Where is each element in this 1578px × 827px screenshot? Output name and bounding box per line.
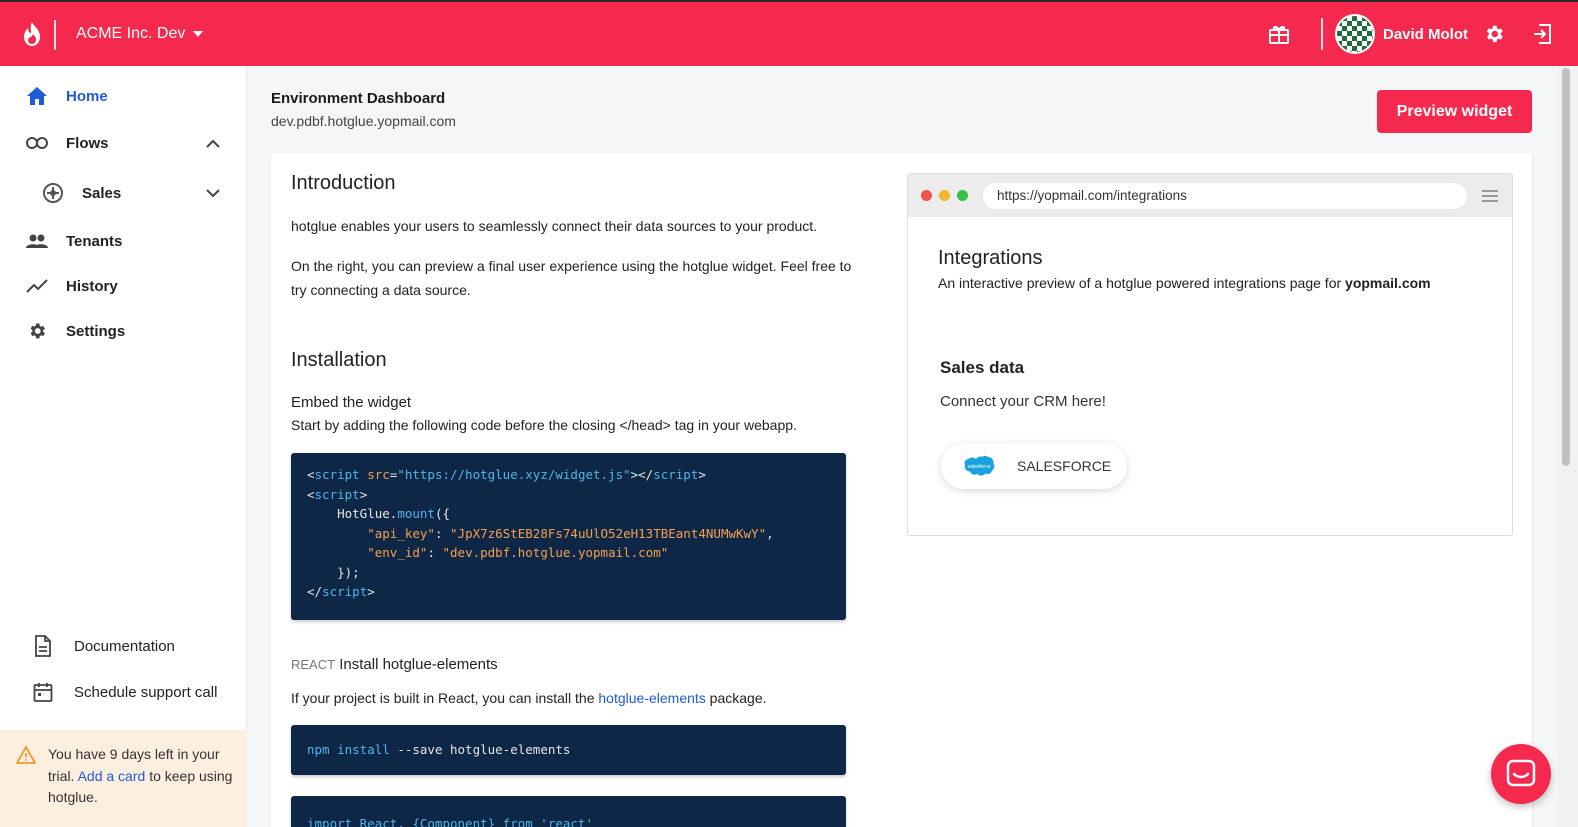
sidebar: Home Flows Sales Tenants History Setting… <box>0 66 247 827</box>
code-env-id-value: "dev.pdbf.hotglue.yopmail.com" <box>442 545 669 560</box>
calendar-icon <box>32 681 54 703</box>
salesforce-connector-button[interactable]: salesforce SALESFORCE <box>941 443 1127 489</box>
chevron-down-icon[interactable] <box>204 184 222 202</box>
react-desc-after: package. <box>709 690 767 706</box>
home-icon <box>26 85 48 107</box>
sidebar-item-label: Home <box>66 87 108 105</box>
salesforce-logo: salesforce <box>964 455 995 476</box>
environment-id: dev.pdbf.hotglue.yopmail.com <box>271 113 456 129</box>
salesforce-label: SALESFORCE <box>1017 458 1112 474</box>
minimize-dot <box>939 190 950 201</box>
sidebar-item-label: Flows <box>66 134 109 152</box>
intro-paragraph: hotglue enables your users to seamlessly… <box>291 218 818 234</box>
integrations-desc-text: An interactive preview of a hotglue powe… <box>938 275 1342 291</box>
code-src: "https://hotglue.xyz/widget.js" <box>397 467 631 482</box>
integrations-description: An interactive preview of a hotglue powe… <box>938 271 1431 295</box>
sidebar-item-tenants[interactable]: Tenants <box>0 221 247 261</box>
document-icon <box>32 635 54 657</box>
npm-install: install <box>337 742 390 757</box>
caret-down-icon <box>193 31 204 37</box>
npm-code-block[interactable]: npm install --save hotglue-elements <box>291 725 846 775</box>
react-desc-before: If your project is built in React, you c… <box>291 690 595 706</box>
documentation-link[interactable]: Documentation <box>0 628 247 664</box>
sales-data-description: Connect your CRM here! <box>940 393 1106 410</box>
installation-heading: Installation <box>291 349 387 371</box>
intro-paragraph-line: try connecting a data source. <box>291 282 471 298</box>
svg-text:salesforce: salesforce <box>968 464 991 470</box>
npm-command: npm <box>307 742 330 757</box>
hamburger-menu-icon[interactable] <box>1482 190 1498 205</box>
flow-icon <box>42 182 64 204</box>
code-mount-method: mount <box>397 506 435 521</box>
embed-description: Start by adding the following code befor… <box>291 417 797 433</box>
trial-banner: You have 9 days left in your trial. Add … <box>0 730 247 827</box>
chat-launcher-button[interactable] <box>1491 744 1551 804</box>
flame-icon <box>24 22 40 46</box>
sidebar-item-flows[interactable]: Flows <box>0 123 247 163</box>
close-dot <box>921 190 932 201</box>
preview-widget-button[interactable]: Preview widget <box>1377 90 1532 133</box>
introduction-heading: Introduction <box>291 172 396 194</box>
sidebar-item-label: History <box>66 277 118 295</box>
sales-data-title: Sales data <box>940 358 1025 377</box>
react-code-block[interactable]: import React, {Component} from 'react' <box>291 796 846 827</box>
warning-icon <box>16 746 36 771</box>
gift-icon[interactable] <box>1267 22 1291 46</box>
org-name: ACME Inc. Dev <box>76 25 186 42</box>
npm-args: --save hotglue-elements <box>397 742 571 757</box>
react-tag: REACT <box>291 657 336 672</box>
page-title: Environment Dashboard <box>271 90 446 107</box>
trend-icon <box>26 275 48 297</box>
documentation-label: Documentation <box>74 637 175 655</box>
react-section-title: REACT Install hotglue-elements <box>291 653 498 677</box>
link-icon <box>26 132 48 154</box>
code-api-key-value: "JpX7z6StEB28Fs74uUlO52eH13TBEant4NUMwKw… <box>450 525 767 541</box>
sidebar-item-label: Sales <box>82 184 122 202</box>
sidebar-item-label: Settings <box>66 322 126 340</box>
embed-title: Embed the widget <box>291 394 412 411</box>
intro-paragraph-line: On the right, you can preview a final us… <box>291 258 852 274</box>
chat-icon <box>1506 759 1536 787</box>
sidebar-item-home[interactable]: Home <box>0 76 247 116</box>
react-title: Install hotglue-elements <box>339 656 498 673</box>
page-scrollbar[interactable] <box>1558 66 1578 827</box>
browser-bar: https://yopmail.com/integrations <box>908 174 1512 217</box>
gear-icon <box>26 320 48 342</box>
avatar[interactable] <box>1335 14 1375 54</box>
embed-code-block[interactable]: <script src="https://hotglue.xyz/widget.… <box>291 453 846 620</box>
maximize-dot <box>957 190 968 201</box>
url-bar[interactable]: https://yopmail.com/integrations <box>983 183 1467 209</box>
react-description: If your project is built in React, you c… <box>291 686 767 710</box>
user-name[interactable]: David Molot <box>1383 26 1468 43</box>
sidebar-item-settings[interactable]: Settings <box>0 311 247 351</box>
top-bar: ACME Inc. Dev David Molot <box>0 0 1578 66</box>
sidebar-item-history[interactable]: History <box>0 266 247 306</box>
divider <box>1321 18 1323 50</box>
scrollbar-thumb[interactable] <box>1562 68 1570 466</box>
gear-icon[interactable] <box>1482 22 1506 46</box>
sidebar-item-label: Tenants <box>66 232 123 250</box>
import-line: import React, {Component} from 'react' <box>307 816 593 827</box>
schedule-support-link[interactable]: Schedule support call <box>0 674 247 710</box>
hotglue-elements-link[interactable]: hotglue-elements <box>598 690 705 706</box>
people-icon <box>26 230 48 252</box>
org-selector[interactable]: ACME Inc. Dev <box>76 25 204 43</box>
dashboard-card: Introduction hotglue enables your users … <box>271 153 1532 827</box>
integrations-domain: yopmail.com <box>1345 275 1431 291</box>
add-card-link[interactable]: Add a card <box>78 768 146 784</box>
code-mount-object: HotGlue <box>337 506 390 521</box>
code-api-key-key: "api_key" <box>367 525 435 541</box>
code-env-id-key: "env_id" <box>367 545 428 560</box>
main-content: Environment Dashboard dev.pdbf.hotglue.y… <box>247 66 1558 827</box>
hotglue-logo[interactable] <box>0 2 64 66</box>
top-right-controls: David Molot <box>1267 2 1578 66</box>
chevron-up-icon[interactable] <box>204 134 222 152</box>
logout-icon[interactable] <box>1530 22 1554 46</box>
integrations-title: Integrations <box>938 247 1043 269</box>
sidebar-item-sales[interactable]: Sales <box>0 173 247 213</box>
widget-preview-window: https://yopmail.com/integrations Integra… <box>907 173 1513 536</box>
schedule-support-label: Schedule support call <box>74 683 218 701</box>
